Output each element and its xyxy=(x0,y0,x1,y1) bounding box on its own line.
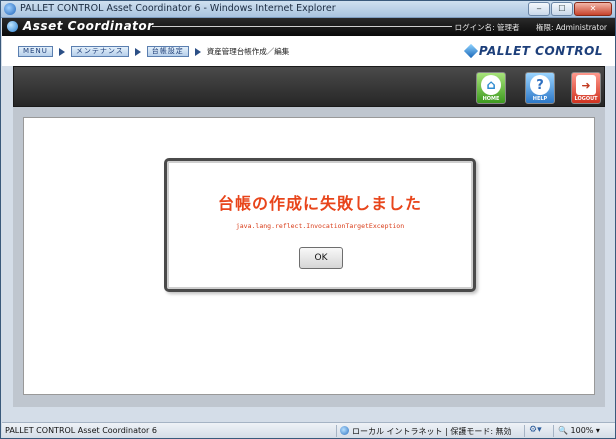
breadcrumb: MENU メンテナンス 台帳設定 資産管理台帳作成／編集 xyxy=(18,46,289,57)
app-name: Asset Coordinator xyxy=(23,19,154,33)
error-title: 台帳の作成に失敗しました xyxy=(217,194,422,213)
app-header: Asset Coordinator ログイン名: 管理者 権限: Adminis… xyxy=(2,18,615,36)
ok-button[interactable]: OK xyxy=(299,247,343,269)
error-dialog: 台帳の作成に失敗しました java.lang.reflect.Invocatio… xyxy=(164,158,476,292)
breadcrumb-arrow-icon xyxy=(58,47,65,56)
brand-logo: PALLET CONTROL xyxy=(463,43,603,59)
window-controls: ‒ ☐ ✕ xyxy=(528,2,612,16)
minimize-button[interactable]: ‒ xyxy=(528,2,550,16)
breadcrumb-ledger-settings[interactable]: 台帳設定 xyxy=(146,46,189,57)
brand-diamond-icon xyxy=(463,43,478,59)
status-separator xyxy=(553,425,554,437)
help-button[interactable]: ? HELP xyxy=(525,72,555,104)
breadcrumb-arrow-icon xyxy=(134,47,141,56)
error-detail: java.lang.reflect.InvocationTargetExcept… xyxy=(235,222,405,230)
zoom-level: 100% xyxy=(570,426,594,435)
app-logo-icon xyxy=(7,21,18,32)
toolbar: ⌂ HOME ? HELP ➜ LOGOUT xyxy=(13,66,605,107)
close-button[interactable]: ✕ xyxy=(574,2,612,16)
help-label: HELP xyxy=(532,96,548,102)
home-icon: ⌂ xyxy=(481,75,501,95)
window-title: PALLET CONTROL Asset Coordinator 6 - Win… xyxy=(20,3,336,14)
main-content: 台帳の作成に失敗しました java.lang.reflect.Invocatio… xyxy=(23,117,595,395)
home-label: HOME xyxy=(482,96,500,102)
breadcrumb-bar: MENU メンテナンス 台帳設定 資産管理台帳作成／編集 PALLET CONT… xyxy=(2,36,615,66)
zoom-control[interactable]: 🔍 100% ▾ xyxy=(558,426,600,435)
status-separator xyxy=(524,425,525,437)
ie-icon xyxy=(4,3,16,15)
maximize-button[interactable]: ☐ xyxy=(551,2,573,16)
intranet-zone-icon xyxy=(340,426,349,435)
page-tools-icon[interactable]: ⚙▾ xyxy=(529,425,542,435)
status-bar: PALLET CONTROL Asset Coordinator 6 ローカル … xyxy=(2,422,615,438)
zoom-icon: 🔍 xyxy=(558,426,568,435)
logout-icon: ➜ xyxy=(576,75,596,95)
help-icon: ? xyxy=(530,75,550,95)
login-name: ログイン名: 管理者 xyxy=(454,23,520,32)
content-frame: 台帳の作成に失敗しました java.lang.reflect.Invocatio… xyxy=(13,107,605,407)
browser-window: PALLET CONTROL Asset Coordinator 6 - Win… xyxy=(0,0,616,439)
user-info: ログイン名: 管理者 権限: Administrator xyxy=(451,22,607,33)
status-separator xyxy=(336,425,337,437)
logout-label: LOGOUT xyxy=(574,96,598,102)
header-rule xyxy=(152,26,452,27)
breadcrumb-current: 資産管理台帳作成／編集 xyxy=(206,47,290,56)
role-name: 権限: Administrator xyxy=(535,23,607,32)
home-button[interactable]: ⌂ HOME xyxy=(476,72,506,104)
breadcrumb-menu[interactable]: MENU xyxy=(18,46,53,57)
title-bar: PALLET CONTROL Asset Coordinator 6 - Win… xyxy=(1,1,615,18)
breadcrumb-maintenance[interactable]: メンテナンス xyxy=(70,46,129,57)
security-zone[interactable]: ローカル イントラネット | 保護モード: 無効 xyxy=(340,426,512,437)
brand-name: PALLET CONTROL xyxy=(478,44,603,58)
status-text: PALLET CONTROL Asset Coordinator 6 xyxy=(5,426,157,435)
zone-text: ローカル イントラネット | 保護モード: 無効 xyxy=(352,427,512,436)
breadcrumb-arrow-icon xyxy=(194,47,201,56)
logout-button[interactable]: ➜ LOGOUT xyxy=(571,72,601,104)
